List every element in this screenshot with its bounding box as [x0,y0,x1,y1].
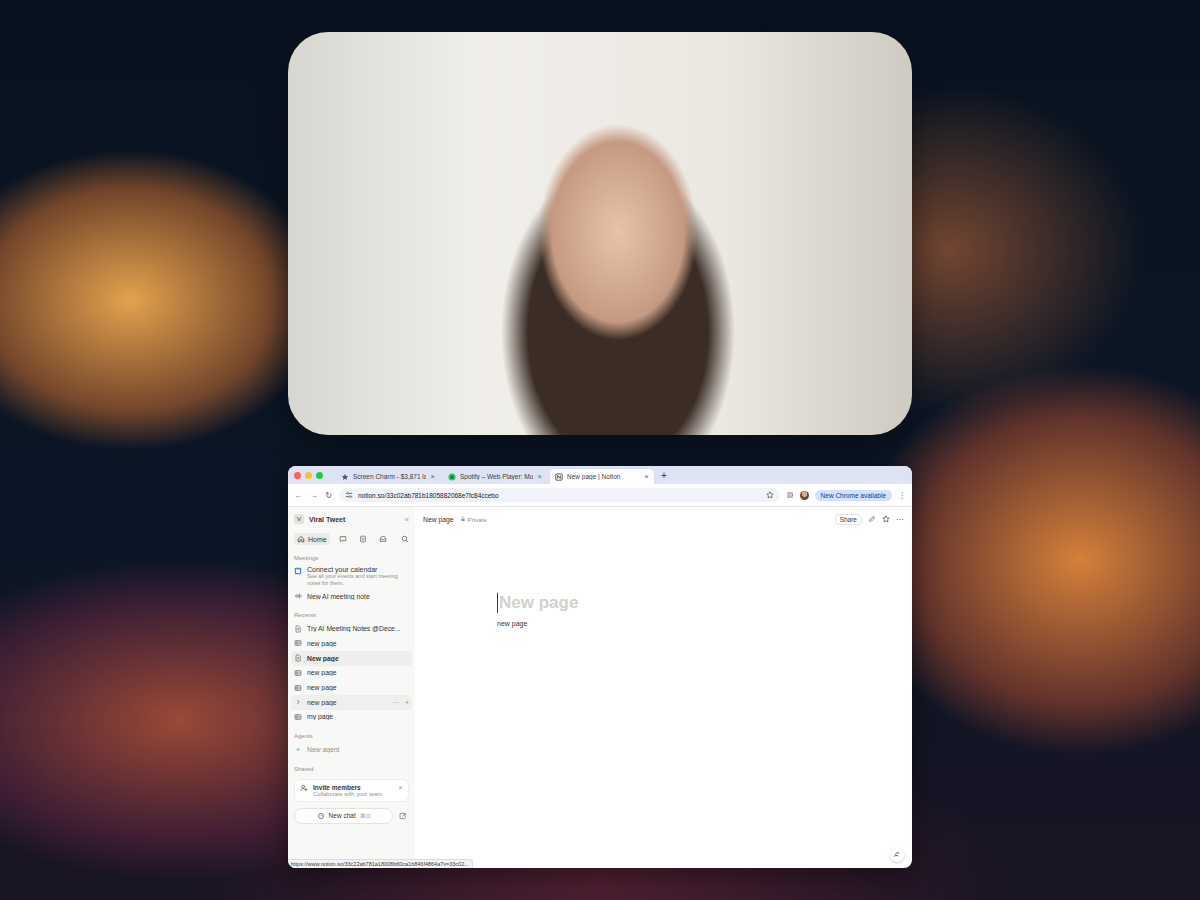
breadcrumb[interactable]: New page [423,516,454,523]
home-icon [297,535,305,543]
share-button[interactable]: Share [835,514,862,525]
tab-bar: Screen Charm - $3,871 last × Spotify – W… [288,466,912,484]
browser-tab[interactable]: Screen Charm - $3,871 last × [336,469,440,484]
recent-page-item[interactable]: new page [291,666,412,681]
connect-calendar-item[interactable]: Connect your calendar See all your event… [294,564,409,589]
calendar-icon [294,567,302,575]
section-heading: Agents [294,733,409,739]
star-icon [341,473,349,481]
address-bar[interactable]: notion.so/33c02ab781b1805882068e7fc84cce… [339,488,780,502]
lock-icon [460,516,466,522]
new-chat-button[interactable]: New chat ⌘O [294,808,393,824]
tab-close-button[interactable]: × [430,472,435,481]
window-controls [294,472,323,479]
extensions-icon[interactable] [786,491,794,499]
recent-page-item[interactable]: new page [291,636,412,651]
recent-page-item[interactable]: new page ···+ [291,695,412,710]
section-heading: Meetings [294,555,409,561]
page-icon [294,654,302,662]
table-icon [294,713,302,721]
profile-avatar[interactable] [800,491,809,500]
row-action-button[interactable]: ··· [393,699,400,706]
tab-close-button[interactable]: × [644,472,649,481]
table-icon [294,639,302,647]
recent-page-item[interactable]: new page [291,680,412,695]
browser-tab[interactable]: Spotify – Web Player: Music × [443,469,547,484]
spotify-icon [448,473,456,481]
collapse-sidebar-button[interactable]: « [405,515,409,524]
new-agent-item[interactable]: + New agent [291,742,412,757]
new-tab-button[interactable]: + [661,470,667,481]
sidebar: V Viral Tweet « Home Meetings Connect yo… [288,507,415,868]
browser-tab[interactable]: New page | Notion × [550,469,654,484]
page-editor: New page Private Share ··· New page new … [415,507,912,868]
browser-menu-button[interactable]: ⋮ [898,491,906,500]
workspace-badge: V [294,514,304,524]
minimize-button[interactable] [305,472,312,479]
favorite-star-icon[interactable] [882,515,890,523]
table-icon [294,684,302,692]
tab-close-button[interactable]: × [537,472,542,481]
more-button[interactable]: ··· [896,515,904,524]
nav-button[interactable]: ↻ [324,491,333,500]
bookmark-star-icon[interactable] [766,491,774,499]
inbox-icon [379,535,387,543]
ai-icon [317,812,325,820]
notion-icon [555,473,563,481]
site-settings-icon[interactable] [345,491,353,499]
recent-page-item[interactable]: my page [291,710,412,725]
privacy-badge[interactable]: Private [460,516,487,523]
page-title-input[interactable]: New page [497,593,912,613]
nav-button[interactable]: ← [294,491,303,500]
table-icon [294,669,302,677]
recent-page-item[interactable]: New page [291,651,412,666]
page-topbar: New page Private Share ··· [415,507,912,531]
search-icon[interactable] [401,535,409,543]
dismiss-button[interactable]: × [398,784,403,792]
zoom-button[interactable] [316,472,323,479]
meetings-nav-button[interactable] [356,533,370,545]
browser-window: Screen Charm - $3,871 last × Spotify – W… [288,466,912,868]
notion-ai-button[interactable] [890,848,904,862]
expand-chevron-icon[interactable] [294,698,302,706]
close-button[interactable] [294,472,301,479]
desktop: Screen Charm - $3,871 last × Spotify – W… [0,0,1200,900]
chat-row: New chat ⌘O [294,808,409,824]
home-nav-button[interactable]: Home [294,533,330,545]
meetings-icon [359,535,367,543]
add-person-icon [300,784,308,792]
webcam-video [288,32,912,435]
audio-wave-icon [294,592,302,600]
row-action-button[interactable]: + [405,699,409,706]
recent-page-item[interactable]: Try AI Meeting Notes @Dece... [291,621,412,636]
chat-icon [339,535,347,543]
section-heading: Shared [294,766,409,772]
ai-face-icon [892,850,902,860]
workspace-switcher[interactable]: V Viral Tweet « [294,512,409,526]
update-button[interactable]: New Chrome available [815,490,892,501]
inbox-nav-button[interactable] [376,533,390,545]
link-icon[interactable] [868,515,876,523]
nav-button[interactable]: → [309,491,318,500]
section-heading: Recents [294,612,409,618]
invite-members-card[interactable]: Invite members Collaborate with your tea… [294,779,409,802]
text-block[interactable]: new page [497,620,912,627]
page-body: New page new page [415,531,912,627]
sidebar-nav: Home [294,532,409,546]
link-status-bar: https://www.notion.so/33c22ab781a18008b6… [288,859,473,868]
page-icon [294,625,302,633]
compose-icon[interactable] [399,812,407,820]
chat-nav-button[interactable] [336,533,350,545]
toolbar: ← → ↻ notion.so/33c02ab781b1805882068e7fc8… [288,484,912,507]
notion-app: V Viral Tweet « Home Meetings Connect yo… [288,507,912,868]
new-meeting-note-item[interactable]: New AI meeting note [291,589,412,604]
